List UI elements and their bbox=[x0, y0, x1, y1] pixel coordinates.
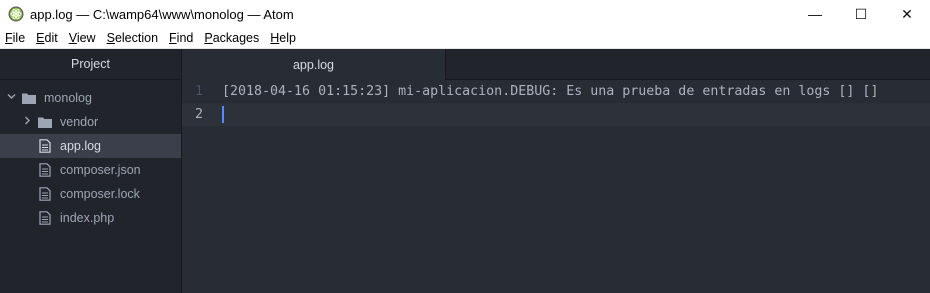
workspace: Project monolog vendor app.log composer.… bbox=[0, 49, 930, 293]
menu-packages[interactable]: Packages bbox=[199, 31, 265, 45]
close-icon: ✕ bbox=[901, 5, 913, 22]
file-icon bbox=[38, 163, 52, 177]
tree-item-vendor[interactable]: vendor bbox=[0, 110, 181, 134]
tree-item-label: vendor bbox=[60, 115, 99, 129]
menu-file[interactable]: File bbox=[0, 31, 31, 45]
window-controls: — ☐ ✕ bbox=[792, 0, 930, 28]
text-editor[interactable]: 1 [2018-04-16 01:15:23] mi-aplicacion.DE… bbox=[182, 80, 930, 126]
title-bar: app.log — C:\wamp64\www\monolog — Atom —… bbox=[0, 0, 930, 28]
file-icon bbox=[38, 187, 52, 201]
window-title: app.log — C:\wamp64\www\monolog — Atom bbox=[30, 6, 294, 22]
text-cursor bbox=[222, 106, 224, 123]
menu-bar: File Edit View Selection Find Packages H… bbox=[0, 28, 930, 49]
tab-label: app.log bbox=[292, 57, 334, 72]
tree-item-app-log[interactable]: app.log bbox=[0, 134, 181, 158]
tree-root-monolog[interactable]: monolog bbox=[0, 86, 181, 110]
maximize-button[interactable]: ☐ bbox=[838, 0, 884, 28]
line-number: 2 bbox=[194, 107, 203, 122]
tree-item-label: composer.lock bbox=[60, 187, 140, 201]
tree-item-composer-json[interactable]: composer.json bbox=[0, 158, 181, 182]
menu-view[interactable]: View bbox=[64, 31, 102, 45]
tab-bar: app.log bbox=[182, 49, 930, 80]
editor-pane: app.log 1 [2018-04-16 01:15:23] mi-aplic… bbox=[182, 49, 930, 293]
line-number: 1 bbox=[194, 84, 203, 99]
atom-logo-icon bbox=[8, 6, 24, 22]
tree-view: Project monolog vendor app.log composer.… bbox=[0, 49, 182, 293]
minimize-icon: — bbox=[808, 6, 822, 22]
menu-find[interactable]: Find bbox=[164, 31, 199, 45]
folder-icon bbox=[22, 91, 36, 105]
tree-item-composer-lock[interactable]: composer.lock bbox=[0, 182, 181, 206]
tree-item-index-php[interactable]: index.php bbox=[0, 206, 181, 230]
line-text: [2018-04-16 01:15:23] mi-aplicacion.DEBU… bbox=[222, 84, 879, 99]
tree-item-label: monolog bbox=[44, 91, 92, 105]
file-icon bbox=[38, 139, 52, 153]
menu-help[interactable]: Help bbox=[265, 31, 302, 45]
maximize-icon: ☐ bbox=[854, 5, 868, 22]
tree-item-label: composer.json bbox=[60, 163, 141, 177]
chevron-right-icon bbox=[22, 116, 32, 128]
project-title: Project bbox=[71, 57, 110, 71]
tree-item-label: index.php bbox=[60, 211, 115, 225]
menu-edit[interactable]: Edit bbox=[31, 31, 64, 45]
project-panel-header[interactable]: Project bbox=[0, 49, 181, 80]
editor-line-current: 2 bbox=[182, 103, 930, 126]
tree-item-label: app.log bbox=[60, 139, 102, 153]
file-tree: monolog vendor app.log composer.json com… bbox=[0, 80, 181, 230]
minimize-button[interactable]: — bbox=[792, 0, 838, 28]
chevron-down-icon bbox=[6, 92, 16, 104]
menu-selection[interactable]: Selection bbox=[102, 31, 164, 45]
close-button[interactable]: ✕ bbox=[884, 0, 930, 28]
file-icon bbox=[38, 211, 52, 225]
tab-app-log[interactable]: app.log bbox=[182, 49, 446, 80]
editor-line: 1 [2018-04-16 01:15:23] mi-aplicacion.DE… bbox=[182, 80, 930, 103]
folder-icon bbox=[38, 115, 52, 129]
